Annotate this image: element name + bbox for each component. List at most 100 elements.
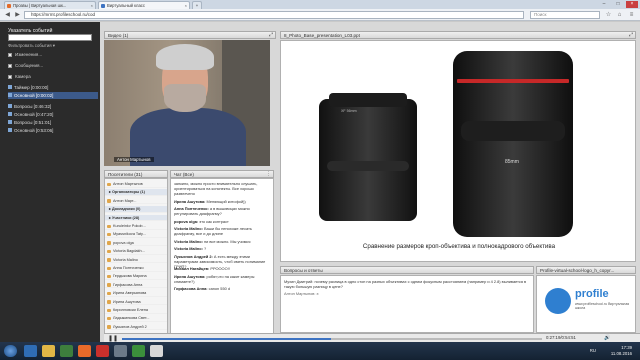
chat-author: Михаил Нагайцев: [174,266,211,271]
media-icon[interactable] [60,345,73,357]
filter-checkbox-messages[interactable]: Сообщения... [8,63,43,68]
event-item[interactable]: Вопросы [0:46:32] [8,103,98,110]
attendee-group[interactable]: ▸ Докладчики (0) [105,206,167,213]
address-bar[interactable]: https://mrmt.profileschool.ru/cod [24,11,524,19]
panel-title: Вопросы и ответы [284,268,323,273]
checkbox-label: Сообщения... [15,63,44,68]
fullframe-lens-label: 85mm [505,159,519,165]
event-label: Основной [0:53:06] [14,128,54,133]
attendees-list: Антон Мартынов ▸ Организаторы (1) Антон Ма… [104,178,168,334]
attendee-row[interactable]: Антон Мартынов [105,181,167,188]
close-tab-icon[interactable]: × [185,2,187,9]
event-item[interactable]: Вопросы [0:51:01] [8,119,98,126]
search-input[interactable]: Поиск [530,11,600,19]
attendee-row[interactable]: Ладыжинкова Свет... [105,315,167,322]
attendee-row[interactable]: Антон Март... [105,198,167,205]
attendee-group[interactable]: ▸ Участники (28) [105,214,167,222]
expand-icon[interactable]: ⤢ [269,32,273,39]
chat-text: canon 550 d [208,286,231,291]
person-icon [107,274,111,279]
close-tab-icon[interactable]: × [91,2,93,9]
window-controls: – □ × [596,0,640,9]
new-tab-button[interactable]: + [192,1,202,9]
crop-lens-label: XF 56mm [341,109,357,113]
video-feed: Антон Мартынов [104,40,270,166]
attendee-row[interactable]: Ирина Аверьянова [105,290,167,297]
attendee-row[interactable]: popova olga [105,240,167,247]
attendee-row[interactable]: Ирина Ашутова [105,299,167,306]
volume-icon[interactable]: 🔊 [604,335,610,341]
attendee-row[interactable]: Kuruleinkv Pokob... [105,223,167,230]
attendee-row[interactable]: Кирилловски Елена [105,307,167,314]
event-icon [8,120,12,124]
event-filter-dropdown[interactable]: Фильтровать события ▾ [8,43,55,49]
attendee-label: Лукьянов Андрей 2 [113,324,147,329]
event-item[interactable]: Таймер [0:00:00] [8,84,98,91]
folder-icon[interactable] [42,345,55,357]
menu-icon[interactable]: ≡ [627,11,636,19]
event-item[interactable]: Основной [0:53:06] [8,127,98,134]
chat-author: Ирина Ашутова: [174,198,207,204]
firefox-icon[interactable] [78,345,91,357]
question-text: Мухин Дмитрий: почему разница в одно сто… [284,279,527,289]
chat-message: Victoria Malino: пи все можно. Мы учимся [174,239,272,244]
chat-options-icon[interactable]: ⋮ [266,171,271,178]
attendee-label: Ирина Аверьянова [113,291,147,296]
crop-lens-image [319,99,417,221]
presenter-hair [156,44,214,70]
language-indicator[interactable]: RU [590,348,596,353]
chat-text: пи все можно. Мы учимся [203,238,251,244]
event-item-selected[interactable]: Основной [0:00:02] [8,92,98,99]
attendee-label: Анна Поптяченко [113,266,144,270]
system-clock[interactable]: 17:39 11.08.2016 [611,345,632,357]
forward-icon[interactable]: ▶ [13,11,22,19]
ie-icon[interactable] [24,345,37,357]
pause-icon[interactable]: ❚❚ [108,335,118,342]
close-window-icon[interactable]: × [626,1,638,8]
attendee-group[interactable]: ▸ Организаторы (1) [105,189,167,196]
event-search-input[interactable] [8,34,92,41]
panel-title: Profile-virtual-school-logo_h_copyr... [540,268,615,273]
minimize-icon[interactable]: – [598,1,610,8]
playback-track[interactable] [122,338,542,340]
app-icon[interactable] [150,345,163,357]
filter-checkbox-camera[interactable]: Камера [8,74,31,79]
attendee-label: Victoria Bagdakh... [113,249,145,254]
attendee-row[interactable]: Victoria Malino [105,257,167,264]
checkbox-label: Изменения... [15,52,43,57]
attendee-label: Антон Мартынов [113,182,143,186]
chrome-icon[interactable] [96,345,109,357]
chat-author: Гирфасова Анна: [174,286,209,291]
attendee-row[interactable]: Victoria Bagdakh... [105,248,167,255]
app-icon[interactable] [114,345,127,357]
panel-title: 8_Photo_Base_presentation_L03.ppt [284,33,360,38]
expand-icon[interactable]: ⤢ [629,32,633,39]
person-icon [107,232,111,237]
browser-tab-active[interactable]: Виртуальный класс × [98,1,190,9]
home-icon[interactable]: ⌂ [615,11,624,19]
browser-tab[interactable]: Прозвы | Виртуальная шк... × [4,1,96,9]
start-button-icon[interactable] [4,345,17,357]
playback-time: 0:27:19/0:54:51 [546,335,576,340]
person-icon [107,266,111,270]
logo-panel-header: Profile-virtual-school-logo_h_copyr... [536,266,636,274]
filter-checkbox-changes[interactable]: Изменения... [8,52,42,57]
chat-message: занкино, можно просто внимательно слушат… [174,181,272,196]
attendee-label: Гирфасова Анна [113,282,143,287]
attendee-label: Victoria Malino [113,257,138,262]
attendee-row[interactable]: Гирфасова Анна [105,282,167,289]
questions-panel: Мухин Дмитрий: почему разница в одно сто… [280,275,534,333]
attendee-row[interactable]: Гердыкова Марина [105,273,167,280]
maximize-icon[interactable]: □ [612,1,624,8]
panel-title: Чат (Все) [174,172,194,177]
app-icon[interactable] [132,345,145,357]
event-item[interactable]: Основной [0:47:20] [8,111,98,118]
attendee-row[interactable]: Лукьянов Андрей 2 [105,324,167,331]
back-icon[interactable]: ◀ [3,11,12,19]
star-icon[interactable]: ☆ [604,11,613,19]
answer-text: Антон Мартынов: э [284,291,319,296]
attendee-row[interactable]: Анна Поптяченко [105,265,167,272]
attendee-row[interactable]: Myassnikova Taty... [105,231,167,238]
panel-title: Посетители (31) [108,172,143,177]
attendee-label: ▸ Участники (28) [109,215,140,220]
